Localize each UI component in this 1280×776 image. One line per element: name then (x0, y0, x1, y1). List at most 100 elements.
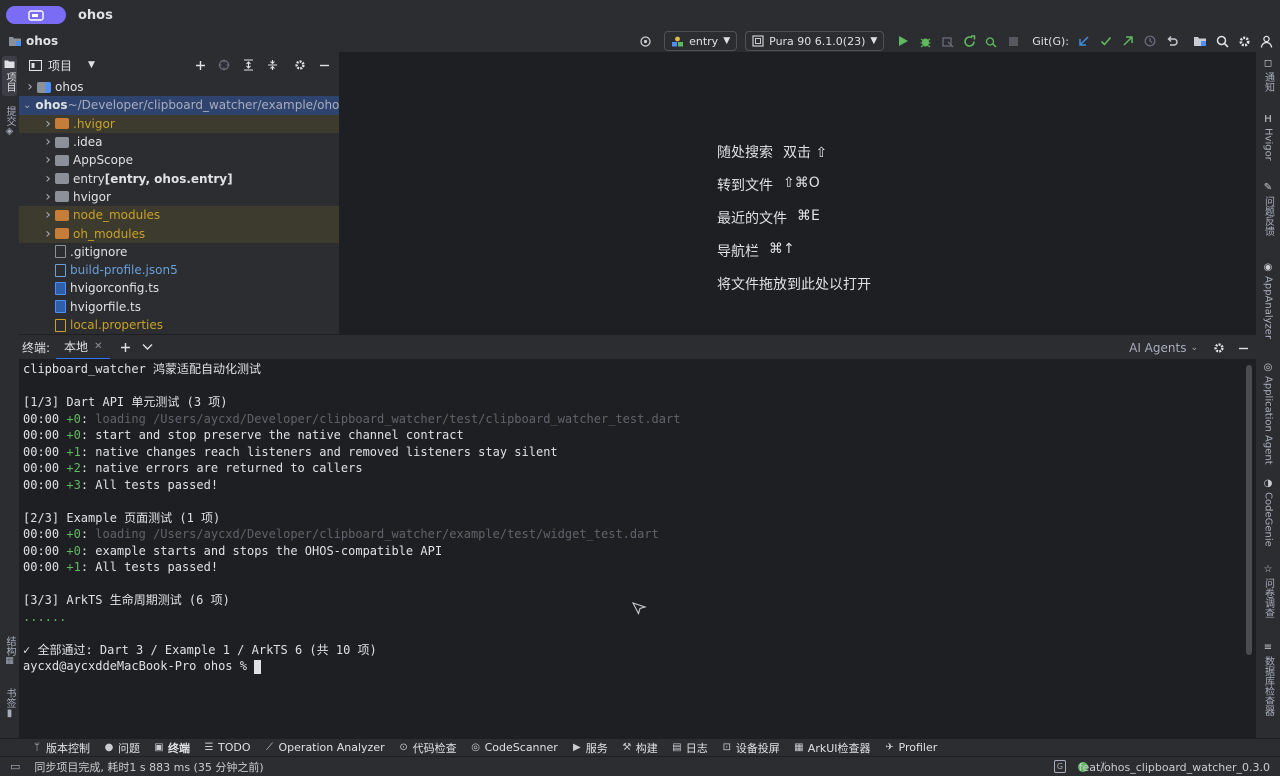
project-breadcrumb[interactable]: ohos (8, 34, 58, 48)
tree-item[interactable]: local.properties (19, 316, 339, 334)
chevron-right-icon[interactable]: › (41, 226, 55, 242)
tree-item[interactable]: › node_modules (19, 206, 339, 225)
tree-item[interactable]: › .idea (19, 133, 339, 151)
application-agent-icon: ◎ (1263, 362, 1273, 373)
debug-button[interactable] (914, 30, 936, 52)
notifications-tool-button[interactable]: ◻ 通知 (1260, 58, 1276, 92)
chevron-right-icon[interactable]: › (41, 116, 55, 132)
application-agent-tool-button[interactable]: ◎ Application Agent (1260, 362, 1276, 465)
tool-window-label: Profiler (898, 741, 938, 754)
typescript-file-icon (55, 281, 66, 295)
git-commit-button[interactable] (1095, 30, 1117, 52)
project-switcher-button[interactable] (6, 6, 66, 24)
tool-window-codescanner[interactable]: ◎ CodeScanner (471, 741, 558, 754)
terminal-scrollbar[interactable] (1246, 365, 1252, 655)
chevron-right-icon[interactable]: › (41, 189, 55, 205)
tool-window-log[interactable]: ▤ 日志 (672, 740, 708, 756)
new-terminal-button[interactable] (114, 336, 136, 358)
git-push-button[interactable] (1117, 30, 1139, 52)
apply-changes-button[interactable] (958, 30, 980, 52)
editor-hint: 将文件拖放到此处以打开 (717, 274, 871, 294)
project-tool-button[interactable]: 项目 (2, 56, 17, 96)
project-view-select[interactable]: 项目 (48, 57, 72, 74)
git-branch[interactable]: feat/ohos_clipboard_watcher_0.3.0 (1079, 761, 1270, 774)
tool-window-problems[interactable]: ● 问题 (104, 740, 140, 756)
terminal-options-button[interactable] (1208, 337, 1230, 359)
tool-window-screen-cast[interactable]: ⊡ 设备投屏 (722, 740, 780, 756)
codegenie-tool-button[interactable]: ◑ CodeGenie (1260, 478, 1276, 547)
terminal-icon: ▣ (154, 742, 164, 753)
device-select[interactable]: Pura 90 6.1.0(23) ▼ (745, 31, 885, 51)
terminal-cursor (254, 659, 262, 674)
settings-button[interactable] (1233, 30, 1255, 52)
tree-item[interactable]: build-profile.json5 (19, 261, 339, 279)
tool-window-terminal[interactable]: ▣ 终端 (154, 740, 190, 756)
expand-all-button[interactable] (237, 54, 259, 76)
status-message[interactable]: 同步项目完成, 耗时1 s 883 ms (35 分钟之前) (34, 759, 263, 775)
run-config-select[interactable]: entry ▼ (664, 31, 738, 51)
tool-window-profiler[interactable]: ✈ Profiler (885, 741, 938, 754)
chevron-right-icon[interactable]: › (41, 134, 55, 150)
terminal-tab-local[interactable]: 本地 ✕ (56, 335, 111, 360)
layout-icon[interactable]: ▭ (10, 760, 20, 773)
tool-window-operation-analyzer[interactable]: ⟋ Operation Analyzer (265, 741, 385, 754)
tree-item[interactable]: hvigorfile.ts (19, 298, 339, 316)
tool-window-arkui-inspector[interactable]: ▦ ArkUI检查器 (794, 740, 870, 756)
locate-file-button[interactable] (213, 54, 235, 76)
chevron-down-icon[interactable]: ▼ (88, 60, 95, 70)
chevron-right-icon[interactable]: › (41, 152, 55, 168)
chevron-right-icon[interactable]: › (41, 207, 55, 223)
git-update-button[interactable] (1073, 30, 1095, 52)
hide-panel-button[interactable] (313, 54, 335, 76)
terminal-output[interactable]: clipboard_watcher 鸿蒙适配自动化测试 [1/3] Dart AP… (19, 359, 1256, 738)
tool-window-code-inspect[interactable]: ⊙ 代码检查 (399, 740, 456, 756)
tree-item[interactable]: › AppScope (19, 151, 339, 169)
search-button[interactable] (1211, 30, 1233, 52)
tree-item[interactable]: › entry [entry, ohos.entry] (19, 169, 339, 187)
terminal-text: 00:00 (23, 477, 67, 492)
stop-button[interactable] (1002, 30, 1024, 52)
project-structure-button[interactable] (1189, 30, 1211, 52)
editor-empty-area[interactable]: 随处搜索 双击 ⇧ 转到文件 ⇧⌘O 最近的文件 ⌘E 导航栏 ⌘↑ 将文件拖放到此处以打开 (339, 52, 1256, 334)
profile-button[interactable] (980, 30, 1002, 52)
account-button[interactable] (1255, 30, 1277, 52)
terminal-menu-button[interactable] (136, 336, 158, 358)
git-widget-icon[interactable]: G (1054, 760, 1066, 773)
chevron-down-icon[interactable]: ⌄ (23, 100, 31, 111)
attach-debugger-button[interactable] (936, 30, 958, 52)
appanalyzer-tool-button[interactable]: ◉ AppAnalyzer (1260, 262, 1276, 339)
tool-window-label: 终端 (168, 741, 190, 755)
collapse-all-button[interactable] (261, 54, 283, 76)
new-file-button[interactable] (189, 54, 211, 76)
tool-window-services[interactable]: ▶ 服务 (572, 740, 608, 756)
structure-tool-button[interactable]: 结构 ▦ (2, 636, 17, 676)
tree-item[interactable]: › .hvigor (19, 114, 339, 133)
tree-item[interactable]: hvigorconfig.ts (19, 279, 339, 297)
tree-item[interactable]: › hvigor (19, 188, 339, 206)
chevron-right-icon[interactable]: › (41, 171, 55, 187)
hide-terminal-button[interactable] (1232, 337, 1254, 359)
device-target-button[interactable] (634, 30, 656, 52)
tree-item[interactable]: .gitignore (19, 243, 339, 261)
tree-item[interactable]: › oh_modules (19, 224, 339, 243)
tool-window-build[interactable]: ⚒ 构建 (622, 740, 657, 756)
run-button[interactable] (892, 30, 914, 52)
database-inspector-tool-button[interactable]: ≡ 数据库检查器 (1260, 642, 1276, 716)
tree-item[interactable]: › ohos (19, 78, 339, 96)
bookmarks-tool-button[interactable]: 书签 ▮ (2, 688, 17, 728)
chevron-right-icon[interactable]: › (23, 79, 37, 95)
git-history-button[interactable] (1139, 30, 1161, 52)
close-icon[interactable]: ✕ (94, 341, 102, 352)
survey-tool-button[interactable]: ☆ 问卷调查 (1260, 564, 1276, 618)
git-rollback-button[interactable] (1161, 30, 1183, 52)
hvigor-tool-button[interactable]: H Hvigor (1260, 114, 1276, 161)
ai-agents-label: AI Agents (1129, 340, 1187, 355)
terminal-text: +1 (66, 560, 81, 574)
feedback-tool-button[interactable]: ✎ 问题反馈 (1260, 182, 1276, 236)
tree-item[interactable]: ⌄ ohos ~/Developer/clipboard_watcher/exam… (19, 96, 339, 115)
tool-window-todo[interactable]: ☰ TODO (204, 741, 251, 754)
ai-agents-button[interactable]: AI Agents ⌄ (1129, 335, 1198, 360)
commit-tool-button[interactable]: 提交 ◈ (2, 106, 17, 146)
panel-options-button[interactable] (289, 54, 311, 76)
tool-window-version-control[interactable]: ᛘ 版本控制 (32, 740, 90, 756)
